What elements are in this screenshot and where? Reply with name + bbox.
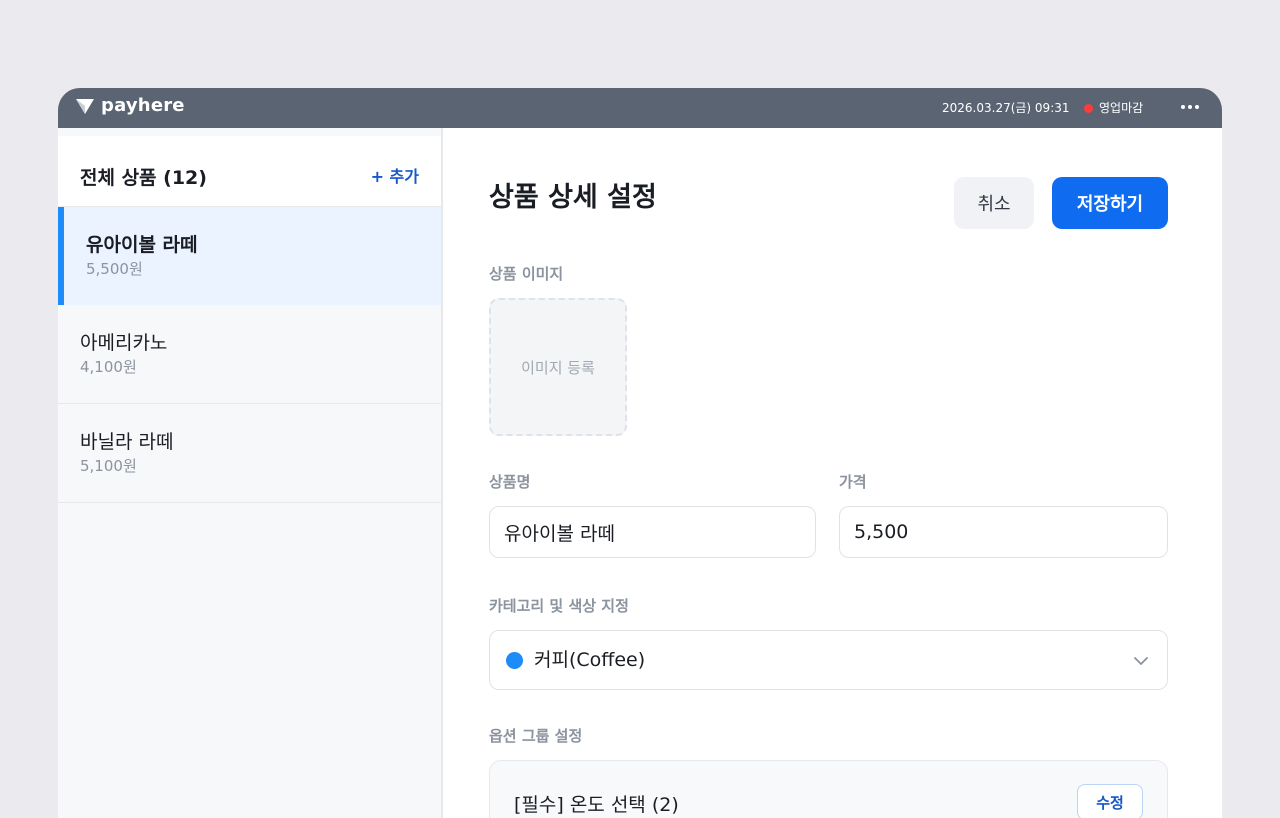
active-indicator (58, 207, 64, 305)
category-value: 커피(Coffee) (534, 649, 646, 671)
more-horizontal-icon[interactable] (1176, 96, 1204, 118)
add-product-button[interactable]: + 추가 (371, 167, 419, 187)
cancel-button[interactable]: 취소 (954, 177, 1034, 229)
product-price: 5,500원 (86, 260, 143, 278)
edit-option-button[interactable]: 수정 (1077, 784, 1143, 818)
page-title: 상품 상세 설정 (489, 182, 657, 213)
status-label: 영업마감 (1099, 101, 1144, 115)
product-list-title: 전체 상품 (12) (80, 167, 207, 189)
option-group-label: 옵션 그룹 설정 (489, 727, 583, 745)
option-group-card: [필수] 온도 선택 (2) 수정 (489, 760, 1168, 818)
category-select[interactable]: 커피(Coffee) (489, 630, 1168, 690)
product-item[interactable]: 아메리카노 4,100원 (58, 305, 441, 404)
image-upload-box[interactable]: 이미지 등록 (489, 298, 627, 436)
name-label: 상품명 (489, 473, 531, 491)
category-color-dot (506, 652, 523, 669)
app-window: payhere 2026.03.27(금) 09:31 영업마감 전체 상품 (… (58, 88, 1222, 818)
product-list-sidebar: 전체 상품 (12) + 추가 유아이볼 라떼 5,500원 아메리카노 4,1… (58, 128, 443, 818)
product-price: 4,100원 (80, 358, 137, 376)
status-dot-icon (1084, 103, 1093, 113)
product-list-header: 전체 상품 (12) + 추가 (58, 136, 441, 207)
chevron-down-icon (1134, 657, 1148, 665)
product-name: 바닐라 라떼 (80, 431, 174, 453)
category-label: 카테고리 및 색상 지정 (489, 597, 629, 615)
product-price: 5,100원 (80, 457, 137, 475)
product-detail-panel: 상품 상세 설정 취소 저장하기 상품 이미지 이미지 등록 상품명 가격 카테… (443, 128, 1222, 818)
datetime-display: 2026.03.27(금) 09:31 (942, 101, 1070, 115)
store-status: 영업마감 (1084, 100, 1143, 116)
product-name: 아메리카노 (80, 332, 168, 354)
payhere-logo-icon (76, 99, 94, 114)
image-label: 상품 이미지 (489, 265, 564, 283)
product-name: 유아이볼 라떼 (86, 234, 198, 256)
brand-logo: payhere (75, 96, 185, 116)
top-bar: payhere 2026.03.27(금) 09:31 영업마감 (58, 88, 1222, 128)
product-item[interactable]: 바닐라 라떼 5,100원 (58, 404, 441, 503)
product-name-input[interactable] (489, 506, 816, 558)
price-label: 가격 (839, 473, 867, 491)
option-group-name: [필수] 온도 선택 (2) (514, 794, 679, 816)
save-button[interactable]: 저장하기 (1052, 177, 1168, 229)
product-item[interactable]: 유아이볼 라떼 5,500원 (58, 207, 441, 306)
price-input[interactable] (839, 506, 1168, 558)
brand-name: payhere (101, 95, 185, 116)
image-upload-label: 이미지 등록 (521, 358, 595, 377)
